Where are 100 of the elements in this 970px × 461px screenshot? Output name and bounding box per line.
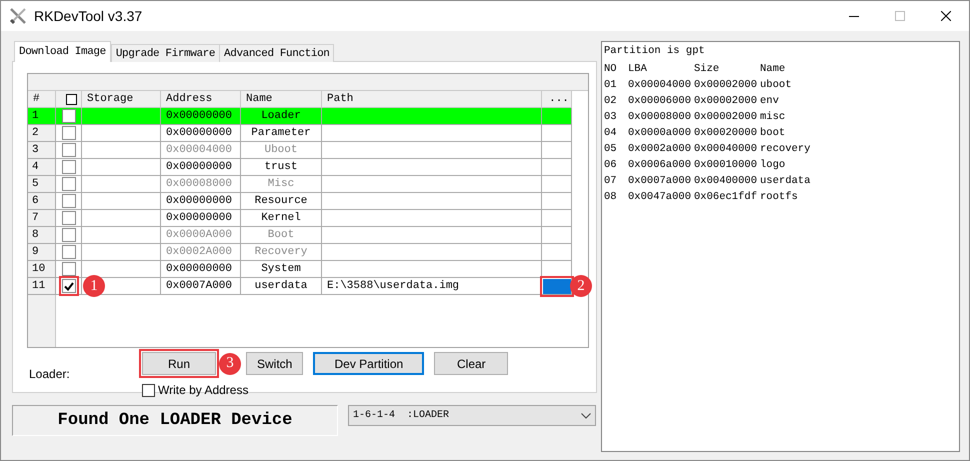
log-text: 06: [604, 159, 618, 171]
log-text: Name: [760, 63, 786, 75]
log-text: 0x00010000: [694, 159, 758, 171]
tab[interactable]: Download Image: [14, 41, 111, 62]
table-cell: E:\3588\userdata.img: [322, 278, 542, 295]
table-cell: 0x00000000: [161, 108, 241, 125]
table-cell: Resource: [241, 193, 322, 210]
tab[interactable]: Advanced Function: [219, 44, 334, 62]
table-cell: [542, 227, 572, 244]
tab[interactable]: Upgrade Firmware: [110, 44, 220, 62]
log-text: Size: [694, 63, 720, 75]
table-cell: userdata: [241, 278, 322, 295]
status-text: Found One LOADER Device: [12, 405, 338, 436]
checkbox[interactable]: [62, 228, 76, 242]
table-cell: 0x00004000: [161, 142, 241, 159]
row-number: 10: [28, 261, 56, 278]
log-text: 0x00040000: [694, 143, 758, 155]
browse-button[interactable]: [542, 278, 570, 294]
log-text: rootfs: [760, 191, 799, 203]
log-text: 0x00002000: [694, 111, 758, 123]
log-text: recovery: [760, 143, 812, 155]
table-cell: [542, 125, 572, 142]
column-header: #: [28, 91, 56, 108]
row-header-strip: [28, 295, 56, 347]
table-cell: Misc: [241, 176, 322, 193]
row-number: 11: [28, 278, 56, 295]
log-text: env: [760, 95, 780, 107]
table-cell: 0x0000A000: [161, 227, 241, 244]
column-header: Storage: [82, 91, 161, 108]
table-cell: Kernel: [241, 210, 322, 227]
table-cell: 0x00000000: [161, 125, 241, 142]
write-by-address-checkbox[interactable]: Write by Address: [142, 383, 508, 397]
log-text: 0x0000a000: [628, 127, 692, 139]
action-button[interactable]: Clear: [434, 352, 508, 375]
table-cell: Parameter: [241, 125, 322, 142]
checkbox[interactable]: [62, 262, 76, 276]
table-cell: [542, 244, 572, 261]
log-text: boot: [760, 127, 786, 139]
row-number: 1: [28, 108, 56, 125]
table-cell: 0x00008000: [161, 176, 241, 193]
maximize-button[interactable]: [895, 11, 905, 21]
row-number: 8: [28, 227, 56, 244]
log-text: 0x0006a000: [628, 159, 692, 171]
table-cell: Loader: [241, 108, 322, 125]
table-cell: 0x0007A000: [161, 278, 241, 295]
table-cell: [542, 108, 572, 125]
log-text: 0x00400000: [694, 175, 758, 187]
column-header: Path: [322, 91, 542, 108]
device-dropdown[interactable]: 1-6-1-4 :LOADER: [348, 405, 596, 426]
log-text: 07: [604, 175, 618, 187]
tools-icon: [9, 7, 27, 25]
action-button[interactable]: Switch: [246, 352, 304, 375]
table-cell: [542, 261, 572, 278]
row-number: 5: [28, 176, 56, 193]
log-text: 01: [604, 79, 618, 91]
row-number: 4: [28, 159, 56, 176]
log-text: 0x06ec1fdf: [694, 191, 758, 203]
checkbox[interactable]: [62, 126, 76, 140]
table-cell: [542, 159, 572, 176]
checkbox[interactable]: [62, 160, 76, 174]
table-cell: 0x00000000: [161, 159, 241, 176]
checkbox-icon[interactable]: [66, 94, 76, 104]
row-number: 3: [28, 142, 56, 159]
log-text: uboot: [760, 79, 793, 91]
column-header: ...: [542, 91, 572, 108]
close-button[interactable]: [941, 11, 951, 21]
row-number: 6: [28, 193, 56, 210]
log-text: 05: [604, 143, 618, 155]
checkbox[interactable]: [62, 211, 76, 225]
table-cell: 0x00000000: [161, 210, 241, 227]
checkbox[interactable]: [62, 245, 76, 259]
table-cell: Recovery: [241, 244, 322, 261]
log-text: 03: [604, 111, 618, 123]
log-text: 04: [604, 127, 618, 139]
loader-label: Loader:: [29, 367, 71, 383]
table-cell: trust: [241, 159, 322, 176]
window-title: RKDevTool v3.37: [34, 8, 144, 24]
step-badge: 2: [570, 275, 592, 297]
table-cell: [542, 210, 572, 227]
log-text: LBA: [628, 63, 648, 75]
checkbox[interactable]: [62, 177, 76, 191]
checkbox[interactable]: [62, 194, 76, 208]
log-text: 0x00002000: [694, 79, 758, 91]
table-cell: System: [241, 261, 322, 278]
log-text: 0x0047a000: [628, 191, 692, 203]
table-cell: [542, 193, 572, 210]
action-button[interactable]: Dev Partition: [313, 352, 424, 375]
log-text: 0x0002a000: [628, 143, 692, 155]
step-badge: 3: [219, 352, 241, 374]
checkbox[interactable]: [62, 109, 76, 123]
log-text: 08: [604, 191, 618, 203]
log-text: NO: [604, 63, 618, 75]
log-text: userdata: [760, 175, 812, 187]
table-cell: 0x00000000: [161, 261, 241, 278]
table-cell: 0x00000000: [161, 193, 241, 210]
log-text: 02: [604, 95, 618, 107]
table-cell: [542, 142, 572, 159]
checkbox[interactable]: [62, 143, 76, 157]
table-cell: Boot: [241, 227, 322, 244]
row-number: 2: [28, 125, 56, 142]
